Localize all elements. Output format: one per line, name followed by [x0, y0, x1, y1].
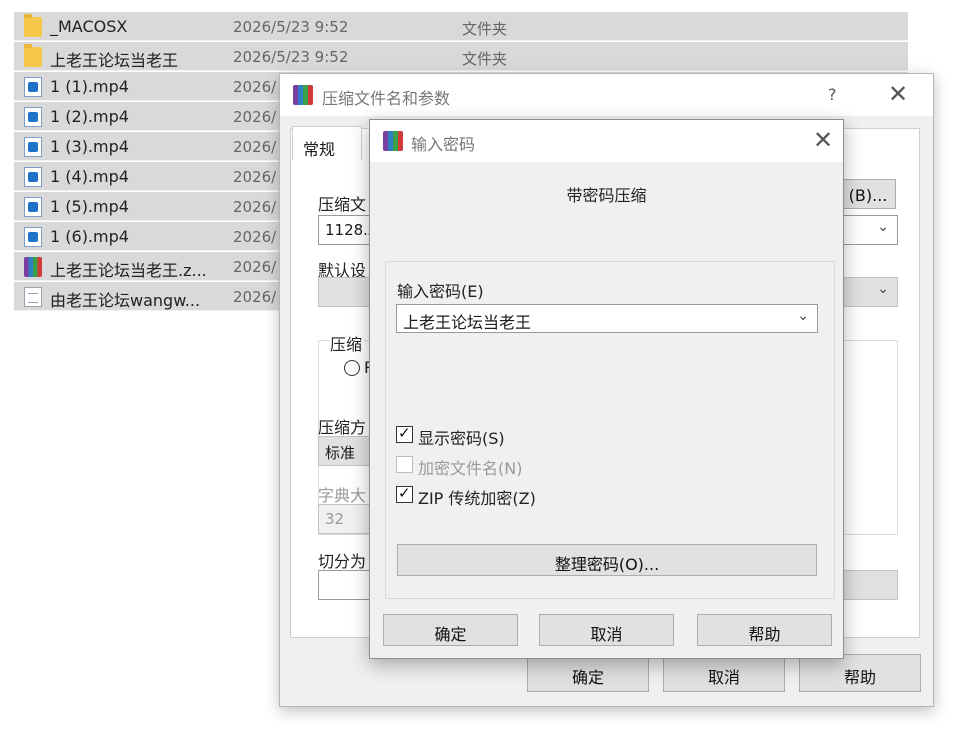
file-row[interactable]: 上老王论坛当老王 2026/5/23 9:52 文件夹 — [14, 42, 908, 71]
split-unit-select[interactable] — [840, 570, 898, 600]
folder-icon — [24, 14, 42, 37]
file-date: 2026/ — [233, 168, 277, 186]
file-name: 由老王论坛wangw... — [50, 291, 201, 310]
file-name: 1 (4).mp4 — [50, 167, 129, 186]
tab-general[interactable]: 常规 — [292, 126, 362, 160]
password-input[interactable]: 上老王论坛当老王 ⌄ — [396, 304, 818, 333]
video-file-icon — [24, 167, 42, 187]
video-file-icon — [24, 227, 42, 247]
help-icon[interactable]: ? — [828, 85, 837, 104]
file-date: 2026/ — [233, 198, 277, 216]
password-dialog: 输入密码 ✕ 带密码压缩 输入密码(E) 上老王论坛当老王 ⌄ 显示密码(S) … — [369, 119, 844, 659]
file-date: 2026/ — [233, 288, 277, 306]
winrar-icon — [293, 85, 313, 105]
winrar-icon — [383, 131, 403, 151]
title-bar[interactable]: 压缩文件名和参数 ? ✕ — [280, 74, 933, 116]
file-name: 上老王论坛当老王 — [50, 51, 179, 70]
dialog-title: 输入密码 — [411, 135, 476, 154]
method-value: 标准 — [325, 444, 356, 462]
dialog-title: 压缩文件名和参数 — [322, 89, 451, 108]
video-file-icon — [24, 137, 42, 157]
browse-button[interactable]: (B)... — [840, 179, 896, 209]
password-value: 上老王论坛当老王 — [403, 313, 532, 332]
ok-button[interactable]: 确定 — [527, 654, 649, 692]
tab-label: 常规 — [303, 140, 336, 159]
file-name: 1 (3).mp4 — [50, 137, 129, 156]
file-name: 上老王论坛当老王.z... — [50, 261, 207, 280]
chevron-down-icon[interactable]: ⌄ — [877, 219, 889, 235]
file-name: 1 (5).mp4 — [50, 197, 129, 216]
help-button[interactable]: 帮助 — [697, 614, 832, 646]
video-file-icon — [24, 77, 42, 97]
ok-button[interactable]: 确定 — [383, 614, 518, 646]
file-date: 2026/ — [233, 228, 277, 246]
method-label: 压缩方 — [318, 418, 367, 437]
folder-icon — [24, 44, 42, 67]
file-date: 2026/ — [233, 78, 277, 96]
zip-legacy-label: ZIP 传统加密(Z) — [418, 489, 536, 508]
file-row[interactable]: 由老王论坛wangw... 2026/ — [14, 282, 279, 311]
file-name: 1 (1).mp4 — [50, 77, 129, 96]
format-group-label: 压缩 — [330, 331, 365, 355]
file-date: 2026/ — [233, 108, 277, 126]
rar-archive-icon — [24, 257, 42, 277]
help-button[interactable]: 帮助 — [799, 654, 921, 692]
close-icon[interactable]: ✕ — [888, 80, 908, 108]
file-date: 2026/5/23 9:52 — [233, 48, 349, 66]
cancel-button[interactable]: 取消 — [663, 654, 785, 692]
format-radio[interactable] — [344, 360, 360, 376]
cancel-button[interactable]: 取消 — [539, 614, 674, 646]
title-bar[interactable]: 输入密码 ✕ — [370, 120, 843, 162]
dictionary-label: 字典大 — [318, 486, 367, 505]
file-name: 1 (6).mp4 — [50, 227, 129, 246]
file-date: 2026/ — [233, 258, 277, 276]
file-row[interactable]: _MACOSX 2026/5/23 9:52 文件夹 — [14, 12, 908, 41]
file-date: 2026/ — [233, 138, 277, 156]
show-password-checkbox[interactable] — [396, 424, 413, 443]
file-date: 2026/5/23 9:52 — [233, 18, 349, 36]
file-name: _MACOSX — [50, 17, 128, 36]
file-name: 1 (2).mp4 — [50, 107, 129, 126]
video-file-icon — [24, 107, 42, 127]
encrypt-filenames-label: 加密文件名(N) — [418, 459, 523, 478]
text-file-icon — [24, 287, 42, 307]
split-label: 切分为 — [318, 552, 367, 571]
dialog-subtitle: 带密码压缩 — [566, 186, 647, 205]
chevron-down-icon[interactable]: ⌄ — [877, 281, 889, 297]
close-icon[interactable]: ✕ — [813, 126, 833, 154]
encrypt-filenames-checkbox[interactable] — [396, 456, 413, 473]
password-label: 输入密码(E) — [397, 282, 484, 301]
zip-legacy-checkbox[interactable] — [396, 484, 413, 503]
video-file-icon — [24, 197, 42, 217]
dictionary-value: 32 — [325, 510, 345, 528]
organize-passwords-button[interactable]: 整理密码(O)... — [397, 544, 817, 576]
archive-name-label: 压缩文 — [318, 195, 367, 214]
file-row[interactable]: 上老王论坛当老王.z... 2026/ — [14, 252, 279, 281]
show-password-label: 显示密码(S) — [418, 429, 505, 448]
chevron-down-icon[interactable]: ⌄ — [797, 308, 809, 324]
file-type: 文件夹 — [462, 50, 508, 68]
file-type: 文件夹 — [462, 20, 508, 38]
